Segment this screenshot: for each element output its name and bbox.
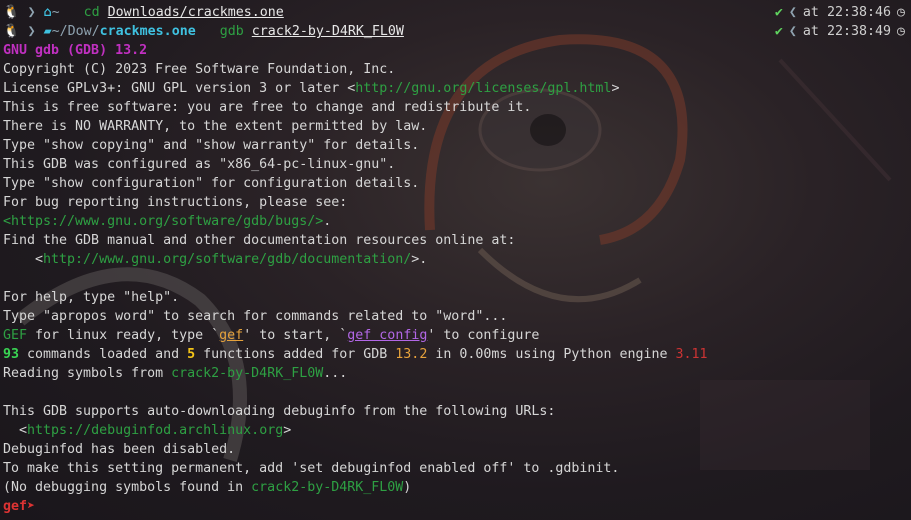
gef-command: gef: [219, 328, 244, 343]
prompt-dir-prefix: ~/Dow/: [51, 24, 100, 39]
success-check-icon: ✔: [774, 24, 783, 39]
bugs-link[interactable]: <https://www.gnu.org/software/gdb/bugs/>: [3, 214, 323, 229]
clock-icon: ◷: [896, 5, 905, 20]
bugs-line: For bug reporting instructions, please s…: [3, 195, 348, 210]
apropos-line: Type "apropos word" to search for comman…: [3, 309, 508, 324]
timestamp: at 22:38:46: [802, 5, 891, 20]
bugs-url-line: <https://www.gnu.org/software/gdb/bugs/>…: [3, 214, 332, 229]
no-debug-line: (No debugging symbols found in crack2-by…: [3, 480, 412, 495]
prompt-dir: crackmes.one: [99, 24, 196, 39]
prompt-line-1: 🐧 ❯ ⌂ ~ cd Downloads/crackmes.one ✔ ❮ at …: [3, 5, 905, 20]
disabled-line: Debuginfod has been disabled.: [3, 442, 236, 457]
prompt-command: cd: [83, 5, 100, 20]
gef-ready-line: GEF for linux ready, type `gef' to start…: [3, 328, 540, 343]
prompt-argument: Downloads/crackmes.one: [107, 5, 284, 20]
folder-icon: ▰: [43, 24, 52, 39]
reading-symbols-line: Reading symbols from crack2-by-D4RK_FL0W…: [3, 366, 348, 381]
gef-config-command: gef config: [347, 328, 428, 343]
license-link[interactable]: http://gnu.org/licenses/gpl.html: [355, 81, 611, 96]
free-software-line: This is free software: you are free to c…: [3, 100, 532, 115]
debuginfod-url-line: <https://debuginfod.archlinux.org>: [3, 423, 292, 438]
config-line: Type "show configuration" for configurat…: [3, 176, 420, 191]
prompt-command: gdb: [219, 24, 244, 39]
timestamp: at 22:38:49: [802, 24, 891, 39]
success-check-icon: ✔: [774, 5, 783, 20]
help-line: For help, type "help".: [3, 290, 180, 305]
commands-loaded-line: 93 commands loaded and 5 functions added…: [3, 347, 708, 362]
terminal[interactable]: 🐧 ❯ ⌂ ~ cd Downloads/crackmes.one ✔ ❮ at …: [3, 3, 911, 516]
manual-url-line: <http://www.gnu.org/software/gdb/documen…: [3, 252, 428, 267]
warranty-line: There is NO WARRANTY, to the extent perm…: [3, 119, 428, 134]
manual-link[interactable]: http://www.gnu.org/software/gdb/document…: [43, 252, 411, 267]
gef-prompt[interactable]: gef➤: [3, 497, 911, 516]
prompt-status-1: ✔ ❮ at 22:38:46 ◷: [774, 5, 905, 20]
permanent-line: To make this setting permanent, add 'set…: [3, 461, 620, 476]
license-line: License GPLv3+: GNU GPL version 3 or lat…: [3, 81, 620, 96]
prompt-status-2: ✔ ❮ at 22:38:49 ◷: [774, 24, 905, 39]
copyright-line: Copyright (C) 2023 Free Software Foundat…: [3, 62, 396, 77]
prompt-line-2: 🐧 ❯ ▰ ~/Dow/crackmes.one gdb crack2-by-D4…: [3, 24, 905, 39]
clock-icon: ◷: [896, 24, 905, 39]
configured-line: This GDB was configured as "x86_64-pc-li…: [3, 157, 396, 172]
separator-icon: ❯: [27, 24, 44, 39]
debuginfod-link[interactable]: https://debuginfod.archlinux.org: [27, 423, 283, 438]
debuginfod-line: This GDB supports auto-downloading debug…: [3, 404, 556, 419]
show-line: Type "show copying" and "show warranty" …: [3, 138, 420, 153]
home-icon: ⌂: [43, 5, 52, 20]
prompt-argument: crack2-by-D4RK_FL0W: [251, 24, 404, 39]
gdb-banner: GNU gdb (GDB) 13.2: [3, 43, 148, 58]
separator-icon: ❯: [27, 5, 44, 20]
prompt-dir: ~: [51, 5, 60, 20]
manual-line: Find the GDB manual and other documentat…: [3, 233, 516, 248]
